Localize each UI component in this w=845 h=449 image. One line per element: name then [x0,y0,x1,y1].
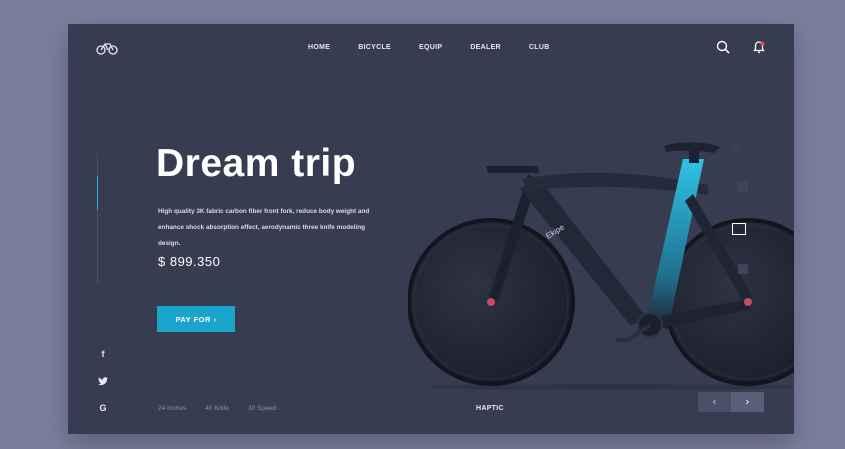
hero-title: Dream trip [156,142,357,185]
bell-icon[interactable] [752,40,766,54]
hero-card: HOME BICYCLE EQUIP DEALER CLUB Dream tri… [68,24,794,434]
main-nav: HOME BICYCLE EQUIP DEALER CLUB [308,44,578,51]
product-specs: 24 Inches 40 Knife 30 Speed [158,405,295,412]
social-links: f G [96,347,110,428]
nav-equip[interactable]: EQUIP [419,44,442,51]
section-indicator [97,154,98,284]
spec-knife: 40 Knife [205,405,230,412]
twitter-icon[interactable] [96,374,110,388]
spec-wheel-size: 24 Inches [158,405,187,412]
product-price: $ 899.350 [158,254,221,269]
prev-button[interactable]: ‹ [698,392,731,412]
nav-dealer[interactable]: DEALER [470,44,501,51]
pay-for-button[interactable]: PAY FOR › [157,306,235,332]
color-option-1[interactable] [732,144,742,154]
hero-description: High quality 3K fabric carbon fiber fron… [158,208,370,247]
color-option-2[interactable] [738,182,748,192]
next-button[interactable]: › [731,392,764,412]
handlebar [486,166,539,173]
google-icon[interactable]: G [96,401,110,415]
bicycle-logo-icon[interactable] [96,41,118,55]
nav-bicycle[interactable]: BICYCLE [358,44,391,51]
color-option-active[interactable] [732,223,746,235]
product-model-name: HAPTIC [476,405,504,412]
nav-home[interactable]: HOME [308,44,330,51]
header-actions [716,40,766,54]
section-indicator-active [97,176,98,210]
nav-club[interactable]: CLUB [529,44,550,51]
spec-speed: 30 Speed [248,405,276,412]
search-icon[interactable] [716,40,730,54]
bicycle-image: Ekipe [408,142,794,386]
color-option-4[interactable] [738,264,748,274]
facebook-icon[interactable]: f [96,347,110,361]
slider-controls: ‹ › [698,392,764,412]
